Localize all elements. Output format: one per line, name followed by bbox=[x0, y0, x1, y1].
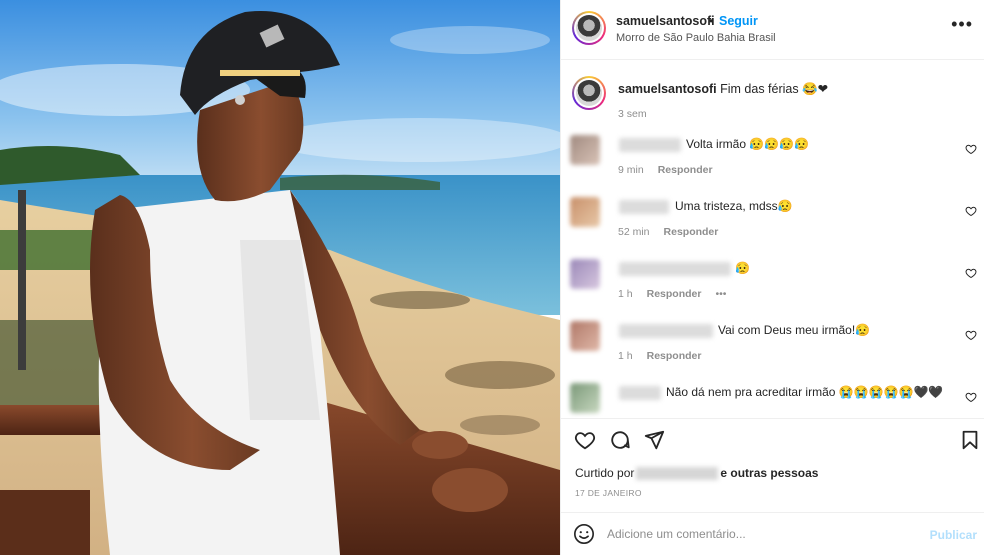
share-paper-plane-icon[interactable] bbox=[643, 429, 665, 451]
comment-text: Não dá nem pra acreditar irmão 😭😭😭😭😭🖤🖤 bbox=[666, 385, 944, 399]
like-comment-heart-icon[interactable] bbox=[965, 205, 977, 217]
reply-button[interactable]: Responder bbox=[647, 350, 702, 362]
like-heart-icon[interactable] bbox=[574, 429, 596, 451]
more-options-icon[interactable]: ••• bbox=[951, 15, 973, 33]
comment-item: Uma tristeza, mdss😥 52 min Responder bbox=[561, 192, 984, 248]
beach-photo-illustration bbox=[0, 0, 560, 555]
comment-username-redacted[interactable] bbox=[619, 200, 669, 214]
comment-more-options-icon[interactable]: ••• bbox=[715, 288, 726, 300]
like-comment-heart-icon[interactable] bbox=[965, 391, 977, 403]
like-comment-heart-icon[interactable] bbox=[965, 329, 977, 341]
comment-emojis: 😥 bbox=[777, 199, 793, 213]
comment-text: Vai com Deus meu irmão!😥 bbox=[718, 323, 871, 337]
post-caption: samuelsantosofi Fim das férias 😂❤ bbox=[618, 81, 828, 97]
comment-meta: 1 h Responder ••• bbox=[618, 288, 740, 300]
comment-username-redacted[interactable] bbox=[619, 262, 731, 276]
comment-username-redacted[interactable] bbox=[619, 324, 713, 338]
liked-by-text[interactable]: Curtido por e outras pessoas bbox=[575, 466, 818, 481]
comment-username-redacted[interactable] bbox=[619, 138, 681, 152]
comment-time: 9 min bbox=[618, 164, 644, 176]
author-avatar[interactable] bbox=[572, 11, 606, 45]
like-comment-heart-icon[interactable] bbox=[965, 267, 977, 279]
comment-item: Não dá nem pra acreditar irmão 😭😭😭😭😭🖤🖤 bbox=[561, 378, 984, 418]
comment-emojis: 😥 bbox=[735, 261, 750, 275]
emoji-picker-icon[interactable] bbox=[573, 523, 595, 545]
comment-item: Volta irmão 😥😥😥😥 9 min Responder bbox=[561, 130, 984, 186]
comment-text: Volta irmão 😥😥😥😥 bbox=[686, 137, 810, 151]
comment-username-redacted[interactable] bbox=[619, 386, 661, 400]
comment-emojis: 😥😥😥😥 bbox=[749, 137, 810, 151]
caption-text: Fim das férias bbox=[720, 82, 799, 96]
comments-list[interactable]: samuelsantosofi Fim das férias 😂❤ 3 sem … bbox=[561, 60, 984, 418]
reply-button[interactable]: Responder bbox=[658, 164, 713, 176]
caption-emojis: 😂❤ bbox=[802, 82, 829, 96]
post-side-panel: samuelsantosofi • Seguir Morro de São Pa… bbox=[560, 0, 984, 555]
comment-text: Uma tristeza, mdss😥 bbox=[675, 199, 793, 213]
comment-item: 😥 1 h Responder ••• bbox=[561, 254, 984, 310]
comment-avatar[interactable] bbox=[570, 321, 600, 351]
instagram-post-view: samuelsantosofi • Seguir Morro de São Pa… bbox=[0, 0, 984, 555]
comment-meta: 9 min Responder bbox=[618, 164, 727, 176]
caption-time: 3 sem bbox=[618, 108, 647, 120]
add-comment-bar: Publicar bbox=[561, 512, 984, 555]
comment-avatar[interactable] bbox=[570, 259, 600, 289]
comment-time: 1 h bbox=[618, 288, 633, 300]
comment-meta: 52 min Responder bbox=[618, 226, 732, 238]
header-separator: • bbox=[709, 14, 714, 28]
comment-avatar[interactable] bbox=[570, 383, 600, 413]
liked-by-username-redacted[interactable] bbox=[636, 467, 719, 481]
post-location[interactable]: Morro de São Paulo Bahia Brasil bbox=[616, 32, 776, 44]
comment-bubble-icon[interactable] bbox=[609, 429, 631, 451]
like-comment-heart-icon[interactable] bbox=[965, 143, 977, 155]
post-date[interactable]: 17 DE JANEIRO bbox=[575, 488, 642, 498]
caption-username[interactable]: samuelsantosofi bbox=[618, 82, 717, 96]
comment-emojis: 😭😭😭😭😭🖤🖤 bbox=[838, 385, 944, 399]
comment-text: 😥 bbox=[735, 261, 750, 275]
comment-avatar[interactable] bbox=[570, 197, 600, 227]
save-bookmark-icon[interactable] bbox=[959, 429, 981, 451]
follow-button[interactable]: Seguir bbox=[719, 14, 758, 28]
post-actions: Curtido por e outras pessoas 17 DE JANEIR… bbox=[561, 418, 984, 508]
comment-item: Vai com Deus meu irmão!😥 1 h Responder bbox=[561, 316, 984, 372]
comment-meta: 1 h Responder bbox=[618, 350, 715, 362]
add-comment-input[interactable] bbox=[607, 524, 907, 544]
comment-time: 1 h bbox=[618, 350, 633, 362]
author-username[interactable]: samuelsantosofi bbox=[616, 14, 715, 28]
comment-emojis: 😥 bbox=[855, 323, 871, 337]
comment-time: 52 min bbox=[618, 226, 650, 238]
reply-button[interactable]: Responder bbox=[647, 288, 702, 300]
caption-avatar[interactable] bbox=[572, 76, 606, 110]
post-header: samuelsantosofi • Seguir Morro de São Pa… bbox=[561, 0, 984, 60]
publish-button[interactable]: Publicar bbox=[930, 528, 977, 542]
reply-button[interactable]: Responder bbox=[664, 226, 719, 238]
comment-avatar[interactable] bbox=[570, 135, 600, 165]
post-photo[interactable] bbox=[0, 0, 560, 555]
